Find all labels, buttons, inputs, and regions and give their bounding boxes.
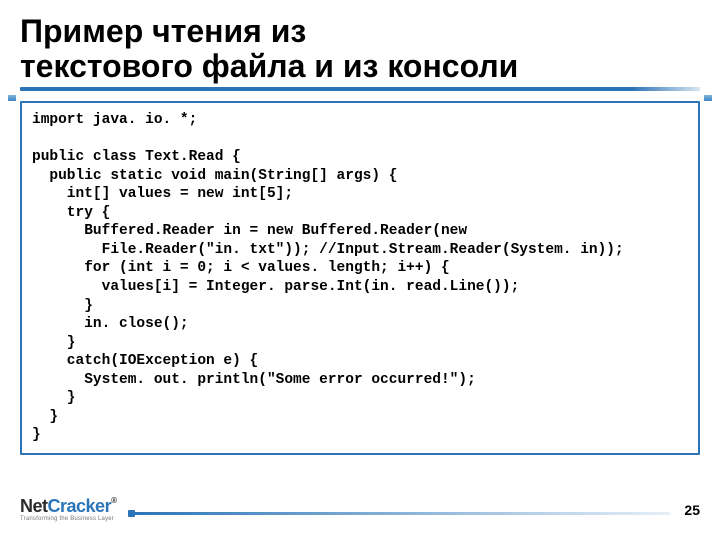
footer: NetCracker® Transforming the Business La… (20, 497, 700, 522)
accent-left (8, 95, 16, 101)
logo-text: NetCracker® (20, 497, 116, 515)
title-underline (20, 87, 700, 91)
code-frame: import java. io. *; public class Text.Re… (20, 101, 700, 455)
logo: NetCracker® Transforming the Business La… (20, 497, 116, 522)
logo-cracker: Cracker (48, 496, 112, 516)
footer-divider (130, 512, 670, 515)
code-block: import java. io. *; public class Text.Re… (20, 101, 700, 455)
page-number: 25 (684, 502, 700, 518)
logo-tagline: Transforming the Business Layer (20, 516, 116, 522)
footer-dot-icon (128, 510, 135, 517)
title-line-1: Пример чтения из (20, 13, 306, 49)
slide-title: Пример чтения из текстового файла и из к… (20, 14, 700, 83)
title-line-2: текстового файла и из консоли (20, 48, 518, 84)
logo-net: Net (20, 496, 48, 516)
slide: Пример чтения из текстового файла и из к… (0, 0, 720, 540)
accent-right (704, 95, 712, 101)
